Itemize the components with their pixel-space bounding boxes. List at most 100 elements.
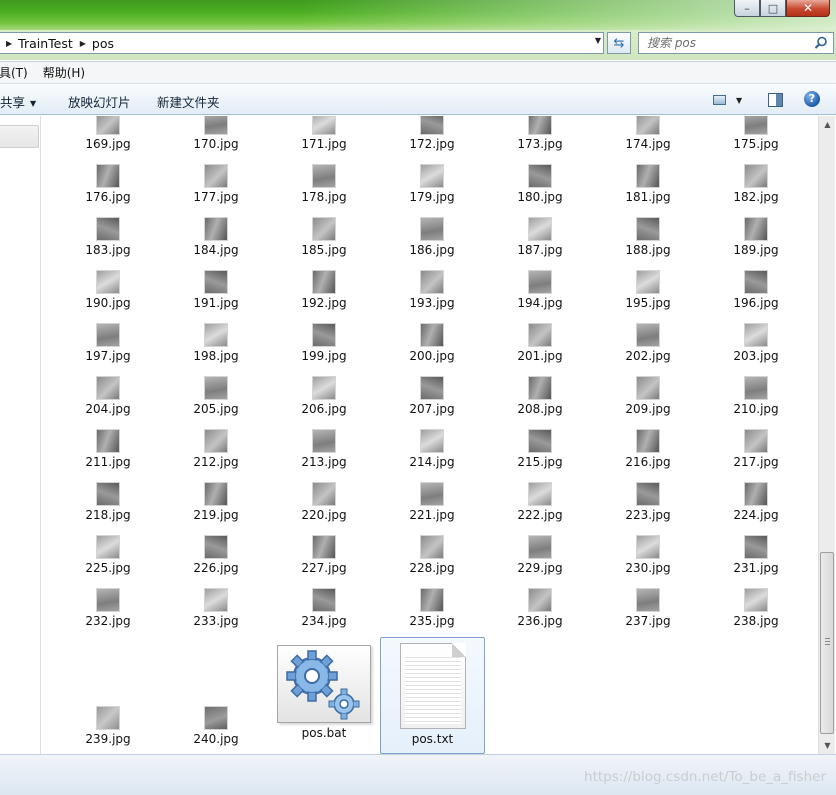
file-item[interactable]: 172.jpg (378, 116, 486, 151)
file-item[interactable]: 175.jpg (702, 116, 810, 151)
file-item[interactable]: 202.jpg (594, 323, 702, 363)
search-input[interactable] (647, 36, 807, 50)
file-item[interactable]: 178.jpg (270, 164, 378, 204)
file-item[interactable]: 190.jpg (54, 270, 162, 310)
file-item[interactable]: 218.jpg (54, 482, 162, 522)
file-item[interactable]: 222.jpg (486, 482, 594, 522)
file-item[interactable]: 199.jpg (270, 323, 378, 363)
breadcrumb-arrow-icon[interactable]: ▶ (6, 39, 12, 48)
file-item[interactable]: 191.jpg (162, 270, 270, 310)
slideshow-button[interactable]: 放映幻灯片 (68, 92, 131, 111)
close-button[interactable]: ✕ (786, 0, 830, 17)
file-item[interactable]: 228.jpg (378, 535, 486, 575)
file-item[interactable]: 200.jpg (378, 323, 486, 363)
file-item[interactable]: 233.jpg (162, 588, 270, 628)
file-item[interactable]: 186.jpg (378, 217, 486, 257)
address-dropdown-icon[interactable]: ▼ (595, 36, 601, 45)
file-item[interactable]: 185.jpg (270, 217, 378, 257)
file-item[interactable]: 205.jpg (162, 376, 270, 416)
file-item[interactable]: 194.jpg (486, 270, 594, 310)
file-item[interactable]: 201.jpg (486, 323, 594, 363)
file-item[interactable]: 223.jpg (594, 482, 702, 522)
refresh-button[interactable]: ⇆ (607, 32, 631, 54)
file-item[interactable]: 196.jpg (702, 270, 810, 310)
menu-tools[interactable]: 具(T) (0, 64, 28, 81)
nav-selected-item[interactable] (0, 125, 39, 148)
file-item[interactable]: 216.jpg (594, 429, 702, 469)
search-icon[interactable] (814, 36, 828, 50)
file-item[interactable]: 171.jpg (270, 116, 378, 151)
file-item[interactable]: 195.jpg (594, 270, 702, 310)
file-item[interactable]: 208.jpg (486, 376, 594, 416)
change-view-button[interactable]: ▼ (713, 93, 749, 107)
search-box[interactable] (638, 32, 834, 54)
file-item[interactable]: 220.jpg (270, 482, 378, 522)
vertical-scrollbar[interactable]: ▲ ▼ (818, 116, 835, 754)
file-item[interactable]: 187.jpg (486, 217, 594, 257)
file-item[interactable]: 217.jpg (702, 429, 810, 469)
file-item[interactable]: 183.jpg (54, 217, 162, 257)
preview-pane-icon[interactable] (768, 93, 783, 107)
file-item[interactable]: 192.jpg (270, 270, 378, 310)
file-item[interactable]: 189.jpg (702, 217, 810, 257)
file-item[interactable]: 184.jpg (162, 217, 270, 257)
scrollbar-thumb[interactable] (820, 552, 834, 734)
file-item[interactable]: 211.jpg (54, 429, 162, 469)
breadcrumb-arrow-icon[interactable]: ▶ (80, 39, 86, 48)
file-item[interactable]: 239.jpg (54, 706, 162, 746)
file-item-pos-bat[interactable]: pos.bat (274, 645, 374, 740)
file-item[interactable]: 240.jpg (162, 706, 270, 746)
file-item[interactable]: 203.jpg (702, 323, 810, 363)
file-item[interactable]: 169.jpg (54, 116, 162, 151)
file-item[interactable]: 232.jpg (54, 588, 162, 628)
file-item[interactable]: 173.jpg (486, 116, 594, 151)
file-item[interactable]: 230.jpg (594, 535, 702, 575)
address-bar[interactable]: ▶ TrainTest ▶ pos ▼ (0, 32, 604, 54)
file-item[interactable]: 229.jpg (486, 535, 594, 575)
file-item[interactable]: 207.jpg (378, 376, 486, 416)
file-item[interactable]: 221.jpg (378, 482, 486, 522)
share-button[interactable]: 共享 ▼ (0, 92, 36, 111)
file-item[interactable]: 209.jpg (594, 376, 702, 416)
scroll-down-icon[interactable]: ▼ (819, 737, 836, 754)
file-item[interactable]: 213.jpg (270, 429, 378, 469)
file-list[interactable]: 169.jpg 170.jpg 171.jpg 172.jpg 173.jpg 174.j… (42, 116, 818, 754)
scroll-up-icon[interactable]: ▲ (819, 116, 836, 133)
file-item[interactable]: 204.jpg (54, 376, 162, 416)
file-item[interactable]: 235.jpg (378, 588, 486, 628)
file-item[interactable]: 214.jpg (378, 429, 486, 469)
breadcrumb-traintest[interactable]: TrainTest (18, 36, 73, 51)
file-item[interactable]: 227.jpg (270, 535, 378, 575)
maximize-button[interactable]: □ (760, 0, 786, 17)
file-item[interactable]: 231.jpg (702, 535, 810, 575)
minimize-button[interactable]: – (734, 0, 760, 17)
file-item[interactable]: 234.jpg (270, 588, 378, 628)
file-item[interactable]: 212.jpg (162, 429, 270, 469)
file-item[interactable]: 237.jpg (594, 588, 702, 628)
file-item[interactable]: 210.jpg (702, 376, 810, 416)
file-item[interactable]: 181.jpg (594, 164, 702, 204)
file-item[interactable]: 206.jpg (270, 376, 378, 416)
file-item-pos-txt[interactable]: pos.txt (380, 637, 485, 754)
file-item[interactable]: 182.jpg (702, 164, 810, 204)
file-item[interactable]: 188.jpg (594, 217, 702, 257)
menu-help[interactable]: 帮助(H) (43, 64, 85, 81)
file-item[interactable]: 177.jpg (162, 164, 270, 204)
file-item[interactable]: 176.jpg (54, 164, 162, 204)
help-icon[interactable]: ? (804, 91, 820, 107)
file-item[interactable]: 215.jpg (486, 429, 594, 469)
file-item[interactable]: 225.jpg (54, 535, 162, 575)
file-item[interactable]: 226.jpg (162, 535, 270, 575)
file-item[interactable]: 219.jpg (162, 482, 270, 522)
file-item[interactable]: 179.jpg (378, 164, 486, 204)
file-item[interactable]: 193.jpg (378, 270, 486, 310)
file-item[interactable]: 224.jpg (702, 482, 810, 522)
new-folder-button[interactable]: 新建文件夹 (157, 92, 220, 111)
navigation-pane[interactable] (0, 116, 41, 754)
file-item[interactable]: 170.jpg (162, 116, 270, 151)
file-item[interactable]: 238.jpg (702, 588, 810, 628)
file-item[interactable]: 174.jpg (594, 116, 702, 151)
file-item[interactable]: 197.jpg (54, 323, 162, 363)
breadcrumb-pos[interactable]: pos (92, 36, 114, 51)
file-item[interactable]: 198.jpg (162, 323, 270, 363)
